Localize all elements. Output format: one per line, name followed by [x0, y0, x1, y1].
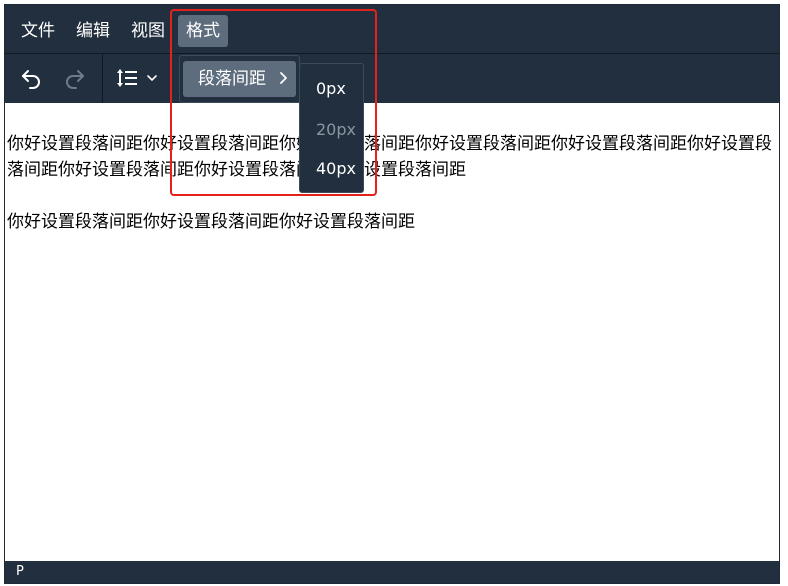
spacing-option-0px[interactable]: 0px — [316, 79, 346, 98]
toolbar — [5, 54, 779, 103]
spacing-option-20px: 20px — [316, 120, 356, 139]
chevron-down-icon — [147, 75, 157, 82]
menubar: 文件 编辑 视图 格式 — [5, 5, 779, 53]
redo-button[interactable] — [57, 60, 93, 96]
editor-content[interactable]: 你好设置段落间距你好设置段落间距你好设置段落间距你好设置段落间距你好设置段落间距… — [5, 103, 779, 561]
line-height-icon — [117, 69, 137, 87]
undo-button[interactable] — [13, 60, 49, 96]
menu-view[interactable]: 视图 — [123, 15, 173, 47]
undo-icon — [22, 70, 40, 89]
format-dropdown: 段落间距 — [179, 55, 300, 103]
spacing-option-40px[interactable]: 40px — [316, 159, 356, 178]
paragraph[interactable]: 你好设置段落间距你好设置段落间距你好设置段落间距 — [7, 209, 777, 235]
paragraph[interactable]: 你好设置段落间距你好设置段落间距你好设置段落间距你好设置段落间距你好设置段落间距… — [7, 131, 777, 183]
element-path[interactable]: P — [16, 561, 24, 583]
redo-icon — [66, 70, 84, 89]
spacing-dropdown: 0px 20px 40px — [299, 63, 364, 193]
menu-item-label: 段落间距 — [198, 69, 266, 89]
menu-edit[interactable]: 编辑 — [68, 15, 118, 47]
menu-item-paragraph-spacing[interactable]: 段落间距 — [183, 61, 296, 97]
chevron-right-icon — [280, 72, 287, 84]
toolbar-divider — [102, 54, 103, 103]
line-height-button[interactable] — [111, 60, 163, 96]
menu-format[interactable]: 格式 — [178, 15, 228, 47]
statusbar: P — [5, 561, 779, 583]
menu-file[interactable]: 文件 — [13, 15, 63, 47]
editor: 文件 编辑 视图 格式 你好设置段落间距你好设置段落间距你好设置段落间距你好设置… — [4, 4, 780, 584]
